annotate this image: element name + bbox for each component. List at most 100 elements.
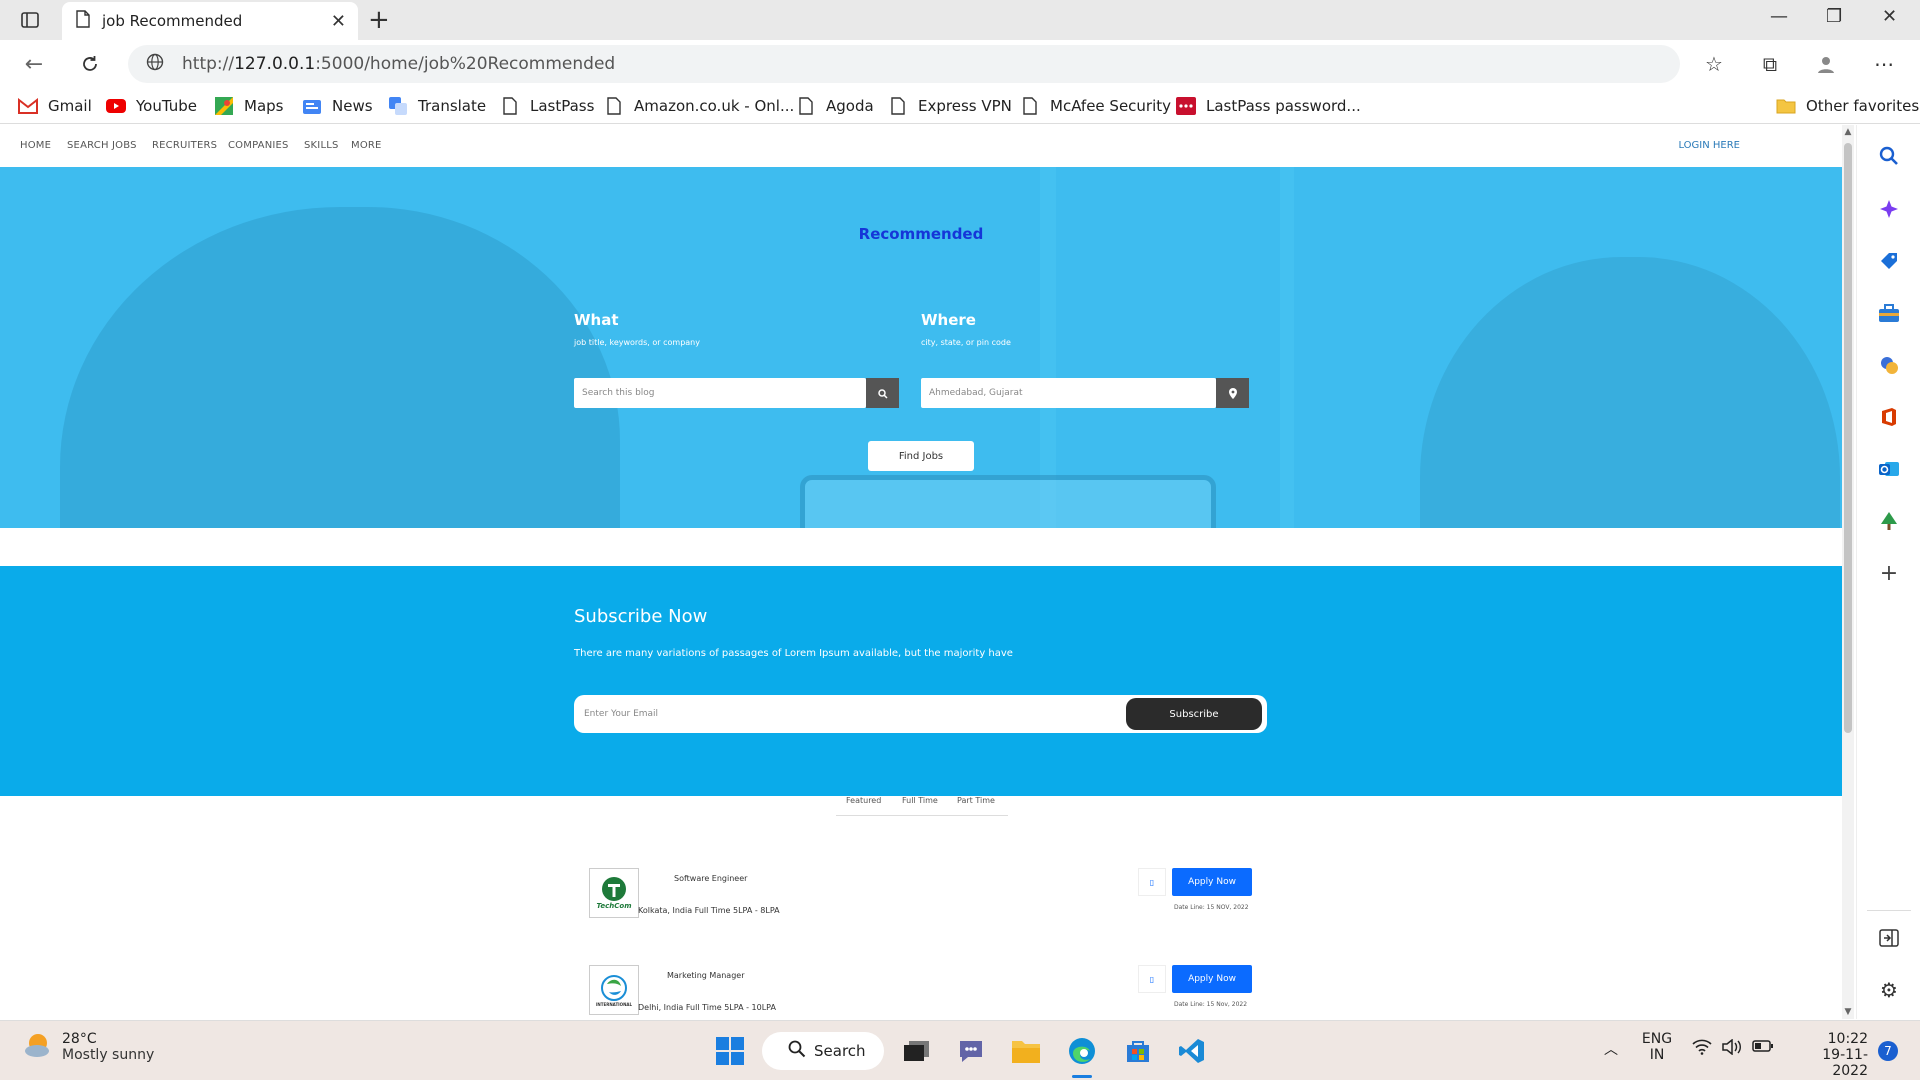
settings-gear-icon[interactable]: ⚙	[1877, 978, 1901, 1002]
job-date: Date Line: 15 Nov, 2022	[1174, 1001, 1248, 1008]
minimize-icon[interactable]: —	[1770, 6, 1788, 27]
refresh-icon[interactable]	[76, 50, 104, 78]
document-icon	[500, 96, 520, 116]
nav-search-jobs[interactable]: SEARCH JOBS	[67, 140, 137, 151]
edge-browser-icon[interactable]	[1064, 1033, 1100, 1069]
bookmark-translate[interactable]: Translate	[388, 94, 486, 118]
nav-recruiters[interactable]: RECRUITERS	[152, 140, 217, 151]
teams-chat-icon[interactable]	[953, 1033, 989, 1069]
office-icon[interactable]	[1877, 405, 1901, 429]
collections-icon[interactable]: ⧉	[1756, 50, 1784, 78]
bookmark-mcafee[interactable]: McAfee Security	[1020, 94, 1171, 118]
close-window-icon[interactable]: ✕	[1882, 6, 1897, 27]
job-card[interactable]: INTERNATIONAL Marketing Manager Delhi, I…	[574, 965, 1254, 1019]
subscribe-heading: Subscribe Now	[574, 606, 708, 627]
scroll-down-icon[interactable]: ▼	[1842, 1007, 1854, 1017]
nav-companies[interactable]: COMPANIES	[228, 140, 289, 151]
active-app-indicator	[1072, 1075, 1092, 1078]
find-jobs-button[interactable]: Find Jobs	[868, 441, 974, 471]
close-tab-icon[interactable]: ✕	[331, 11, 346, 32]
location-button[interactable]	[1216, 378, 1249, 408]
hide-sidebar-icon[interactable]	[1877, 926, 1901, 950]
bookmark-gmail[interactable]: Gmail	[18, 94, 92, 118]
bookmark-lastpass-password[interactable]: LastPass password...	[1176, 94, 1361, 118]
bookmark-amazon[interactable]: Amazon.co.uk - Onl...	[604, 94, 794, 118]
job-title: Marketing Manager	[667, 971, 745, 980]
login-link[interactable]: LOGIN HERE	[1678, 140, 1740, 151]
bookmark-lastpass[interactable]: LastPass	[500, 94, 594, 118]
folder-icon	[1776, 96, 1796, 116]
bookmark-expressvpn[interactable]: Express VPN	[888, 94, 1012, 118]
site-nav: HOME SEARCH JOBS RECRUITERS COMPANIES SK…	[0, 125, 1842, 167]
hero-heading: Recommended	[858, 225, 984, 243]
back-icon[interactable]: ←	[20, 50, 48, 78]
bookmark-job-icon[interactable]: ▯	[1138, 868, 1166, 896]
tab-actions-icon[interactable]	[18, 8, 42, 32]
browser-tab[interactable]: job Recommended ✕	[62, 2, 358, 40]
where-location-input[interactable]: Ahmedabad, Gujarat	[921, 378, 1216, 408]
maps-icon	[214, 96, 234, 116]
wifi-icon[interactable]	[1692, 1039, 1712, 1059]
company-logo: TechCom	[589, 868, 639, 918]
document-icon	[1020, 96, 1040, 116]
outlook-icon[interactable]	[1877, 457, 1901, 481]
bookmark-job-icon[interactable]: ▯	[1138, 965, 1166, 993]
tab-full-time[interactable]: Full Time	[902, 796, 938, 805]
more-menu-icon[interactable]: ⋯	[1870, 50, 1898, 78]
notification-badge[interactable]: 7	[1878, 1041, 1898, 1061]
page-scrollbar[interactable]: ▲ ▼	[1842, 125, 1854, 1019]
scroll-up-icon[interactable]: ▲	[1842, 127, 1854, 137]
tab-bar: job Recommended ✕ + — ❐ ✕	[0, 0, 1920, 40]
battery-icon[interactable]	[1752, 1039, 1774, 1057]
tab-featured[interactable]: Featured	[846, 796, 881, 805]
what-search-button[interactable]	[866, 378, 899, 408]
apply-now-button[interactable]: Apply Now	[1172, 868, 1252, 896]
games-icon[interactable]	[1877, 353, 1901, 377]
subscribe-button[interactable]: Subscribe	[1126, 698, 1262, 730]
tree-icon[interactable]	[1877, 509, 1901, 533]
shopping-tag-icon[interactable]	[1877, 249, 1901, 273]
url-field[interactable]: http://127.0.0.1:5000/home/job%20Recomme…	[128, 45, 1680, 83]
sun-cloud-icon	[24, 1032, 54, 1062]
add-icon[interactable]: +	[1877, 561, 1901, 586]
new-tab-icon[interactable]: +	[368, 5, 390, 35]
windows-start-icon[interactable]	[712, 1033, 748, 1069]
search-icon[interactable]	[1877, 144, 1901, 168]
profile-icon[interactable]	[1812, 50, 1840, 78]
volume-icon[interactable]	[1722, 1038, 1742, 1059]
show-hidden-icons[interactable]: ︿	[1604, 1039, 1618, 1059]
nav-more[interactable]: MORE	[351, 140, 382, 151]
weather-widget[interactable]: 28°C Mostly sunny	[24, 1031, 154, 1063]
clock[interactable]: 10:22 19-11-2022	[1792, 1031, 1868, 1079]
tab-part-time[interactable]: Part Time	[957, 796, 995, 805]
what-search-input[interactable]: Search this blog	[574, 378, 866, 408]
job-meta: Delhi, India Full Time 5LPA - 10LPA	[638, 1003, 776, 1012]
search-icon	[877, 384, 888, 403]
nav-home[interactable]: HOME	[20, 140, 51, 151]
hero-background-window	[1040, 167, 1056, 528]
sparkle-icon[interactable]	[1877, 197, 1901, 221]
job-card[interactable]: TechCom Software Engineer Kolkata, India…	[574, 868, 1254, 938]
news-icon	[302, 96, 322, 116]
hero-background-laptop	[800, 475, 1216, 528]
nav-skills[interactable]: SKILLS	[304, 140, 339, 151]
vscode-icon[interactable]	[1174, 1033, 1210, 1069]
job-meta: Kolkata, India Full Time 5LPA - 8LPA	[638, 906, 780, 915]
favorites-star-icon[interactable]: ☆	[1700, 50, 1728, 78]
task-view-icon[interactable]	[899, 1033, 935, 1069]
restore-icon[interactable]: ❐	[1826, 6, 1842, 27]
bookmark-news[interactable]: News	[302, 94, 373, 118]
scrollbar-thumb[interactable]	[1844, 143, 1852, 733]
bookmark-maps[interactable]: Maps	[214, 94, 283, 118]
language-indicator[interactable]: ENG IN	[1640, 1031, 1674, 1063]
other-favorites[interactable]: Other favorites	[1776, 94, 1919, 118]
taskbar-search[interactable]: Search	[762, 1032, 884, 1070]
subscribe-section: Subscribe Now There are many variations …	[0, 566, 1842, 796]
apply-now-button[interactable]: Apply Now	[1172, 965, 1252, 993]
microsoft-store-icon[interactable]	[1120, 1033, 1156, 1069]
tools-icon[interactable]	[1877, 301, 1901, 325]
file-explorer-icon[interactable]	[1008, 1033, 1044, 1069]
bookmark-youtube[interactable]: YouTube	[106, 94, 197, 118]
bookmark-agoda[interactable]: Agoda	[796, 94, 874, 118]
bookmarks-bar: Gmail YouTube Maps News Translate LastPa…	[0, 88, 1920, 124]
